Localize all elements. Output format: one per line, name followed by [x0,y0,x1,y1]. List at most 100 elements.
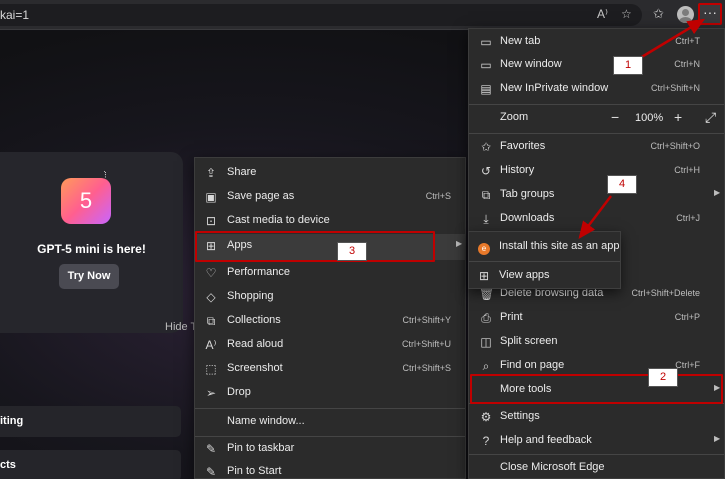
more-tools-submenu: ⇪ Share ▣ Save page as Ctrl+S ⊡ Cast med… [194,157,466,479]
menu-item-save-page-as[interactable]: ▣ Save page as Ctrl+S [195,185,465,209]
callout-2: 2 [648,368,678,387]
shopping-tag-icon: ◇ [206,290,216,304]
split-screen-icon: ◫ [480,335,492,349]
menu-label: Settings [500,410,540,422]
menu-label: Shopping [227,290,274,302]
address-url[interactable]: kai=1 [0,8,29,22]
menu-shortcut: Ctrl+Shift+U [401,339,451,349]
menu-item-pin-start[interactable]: ✎ Pin to Start [195,460,465,479]
menu-item-share[interactable]: ⇪ Share [195,161,465,185]
menu-shortcut: Ctrl+S [425,191,451,201]
menu-item-cast-media[interactable]: ⊡ Cast media to device [195,209,465,233]
menu-item-help-feedback[interactable]: ? Help and feedback ▶ [469,429,724,453]
menu-item-tab-groups[interactable]: ⧉ Tab groups ▶ [469,183,724,207]
bg-tile-label: cts [0,459,16,471]
chevron-right-icon: ▶ [714,188,721,197]
menu-item-new-inprivate[interactable]: ▤ New InPrivate window Ctrl+Shift+N [469,77,724,101]
menu-shortcut: Ctrl+T [675,36,700,46]
menu-shortcut: Ctrl+P [674,312,700,322]
menu-shortcut: Ctrl+Shift+Delete [631,288,700,298]
menu-label: Downloads [500,212,555,224]
zoom-level: 100% [635,112,664,124]
menu-shortcut: Ctrl+J [676,213,700,223]
menu-label: New tab [500,35,541,47]
menu-label: History [500,164,535,176]
menu-item-name-window[interactable]: Name window... [195,410,465,434]
menu-shortcut: Ctrl+F [675,360,700,370]
menu-label: New InPrivate window [500,82,609,94]
menu-item-shopping[interactable]: ◇ Shopping [195,285,465,309]
promo-title: GPT-5 mini is here! [37,242,146,256]
menu-item-read-aloud[interactable]: A⁾ Read aloud Ctrl+Shift+U [195,333,465,357]
tab-groups-icon: ⧉ [481,188,491,202]
menu-separator [469,261,620,262]
callout-1: 1 [613,56,643,75]
menu-item-install-site-as-app[interactable]: e Install this site as an app [469,235,620,259]
delete-icon: 🗑 [479,287,495,301]
gpt5-logo: 5 [61,178,111,224]
menu-label: Zoom [500,111,529,123]
profile-avatar[interactable] [677,6,694,23]
menu-label: Read aloud [227,338,284,350]
star-icon[interactable]: ☆ [621,7,632,21]
collections-icon: ⧉ [206,314,216,328]
menu-item-collections[interactable]: ⧉ Collections Ctrl+Shift+Y [195,309,465,333]
menu-shortcut: Ctrl+Shift+Y [402,315,451,325]
bg-tile-1[interactable]: iting [0,406,181,437]
browser-toolbar: kai=1 A⁾ ☆ ✩ ··· [0,0,725,30]
apps-highlight-box [195,231,435,262]
menu-item-favorites[interactable]: ✩ Favorites Ctrl+Shift+O [469,135,724,159]
more-icon[interactable]: ··· [698,3,722,25]
menu-label: Drop [227,386,251,398]
try-now-button[interactable]: Try Now [59,264,119,289]
read-aloud-icon[interactable]: A⁾ [597,7,608,21]
menu-label: View apps [499,269,550,281]
menu-item-zoom: Zoom − 100% + ⤢ [469,106,724,132]
favorites-icon[interactable]: ✩ [653,6,664,22]
menu-item-split-screen[interactable]: ◫ Split screen [469,330,724,354]
menu-label: Pin to taskbar [227,442,295,454]
menu-item-downloads[interactable]: ⤓ Downloads Ctrl+J [469,207,724,231]
print-icon: ⎙ [481,311,491,325]
more-tools-highlight-box [470,374,723,404]
menu-item-history[interactable]: ↺ History Ctrl+H [469,159,724,183]
sparkle-icon: ⁝̇ [104,170,107,180]
menu-label: Favorites [500,140,546,152]
pin-icon: ✎ [205,465,217,479]
new-tab-icon: ▭ [480,35,492,49]
menu-item-new-tab[interactable]: ▭ New tab Ctrl+T [469,30,724,54]
address-bar[interactable]: kai=1 A⁾ ☆ [0,4,642,26]
menu-item-performance[interactable]: ♡ Performance [195,261,465,285]
save-icon: ▣ [205,190,217,204]
menu-item-screenshot[interactable]: ⬚ Screenshot Ctrl+Shift+S [195,357,465,381]
fullscreen-icon[interactable]: ⤢ [705,109,716,126]
menu-label: Help and feedback [500,434,592,446]
apps-grid-icon: ⊞ [478,269,490,283]
edge-app-icon: e [477,240,491,255]
menu-item-new-window[interactable]: ▭ New window Ctrl+N [469,53,724,77]
inprivate-icon: ▤ [480,82,492,96]
menu-separator [469,454,724,455]
menu-item-drop[interactable]: ➢ Drop [195,381,465,405]
bg-tile-2[interactable]: cts [0,450,181,479]
read-aloud-icon: A⁾ [205,338,217,352]
menu-item-view-apps[interactable]: ⊞ View apps [469,264,620,288]
chevron-right-icon: ▶ [456,239,463,248]
menu-label: Performance [227,266,290,278]
zoom-in-button[interactable]: + [674,109,682,125]
zoom-out-button[interactable]: − [611,109,619,125]
menu-shortcut: Ctrl+H [674,165,700,175]
find-icon: ⌕ [482,359,490,373]
menu-label: Install this site as an app [499,240,620,252]
menu-shortcut: Ctrl+Shift+N [650,83,700,93]
menu-item-settings[interactable]: ⚙ Settings [469,405,724,429]
history-icon: ↺ [480,164,492,178]
menu-label: Share [227,166,257,178]
menu-label: Split screen [500,335,558,347]
hide-link[interactable]: Hide T [165,321,197,333]
menu-item-print[interactable]: ⎙ Print Ctrl+P [469,306,724,330]
callout-3: 3 [337,242,367,261]
menu-item-close-edge[interactable]: Close Microsoft Edge [469,456,724,479]
menu-item-pin-taskbar[interactable]: ✎ Pin to taskbar [195,437,465,461]
help-icon: ? [482,434,490,448]
